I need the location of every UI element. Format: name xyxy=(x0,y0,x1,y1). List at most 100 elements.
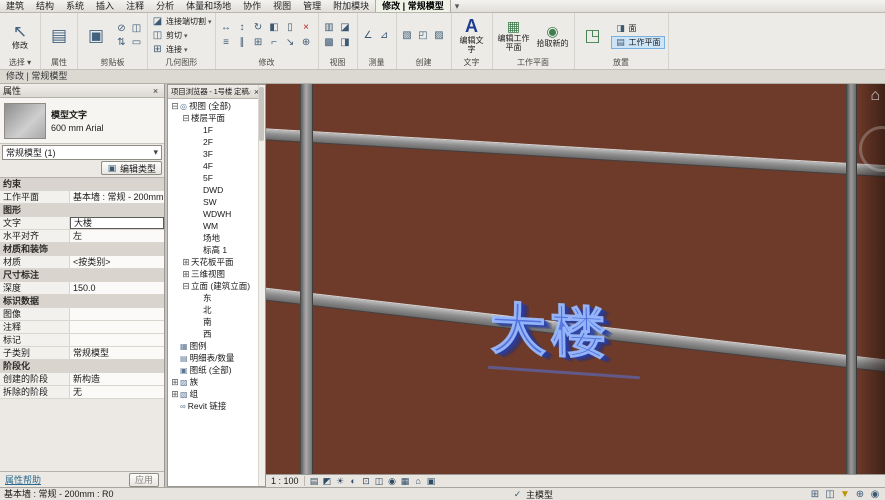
status-filter-icon[interactable]: ⊕ xyxy=(854,489,866,500)
ribbon-collapse-icon[interactable]: ▾ xyxy=(451,0,464,12)
workplane-button[interactable]: ◉ 拾取新的 xyxy=(535,24,571,48)
placement-button[interactable]: ◳ xyxy=(578,26,608,45)
horizontal-beam-upper[interactable] xyxy=(266,128,885,178)
tree-item[interactable]: DWD xyxy=(168,184,265,196)
view-tool-icon[interactable]: ▩ xyxy=(322,36,337,50)
modify-button[interactable]: ↖ 修改 xyxy=(3,22,37,50)
modify-tool-icon[interactable]: ∥ xyxy=(235,36,250,50)
property-row[interactable]: 约束 xyxy=(0,178,164,191)
ribbon-tab[interactable]: 管理 xyxy=(297,0,327,12)
clipboard-tool-icon[interactable]: ⊘ xyxy=(114,22,129,36)
modify-tool-icon[interactable]: ↕ xyxy=(235,21,250,35)
workplane-button[interactable]: ▦ 编辑工作平面 xyxy=(496,19,532,52)
tree-item[interactable]: ▣ 图纸 (全部) xyxy=(168,364,265,376)
view-control-icon[interactable]: ◉ xyxy=(386,475,399,487)
property-value[interactable]: 新构造 xyxy=(70,373,164,385)
group-label-view[interactable]: 视图 xyxy=(322,57,354,69)
properties-help-link[interactable]: 属性帮助 xyxy=(5,473,41,486)
property-row[interactable]: 材质和装饰 xyxy=(0,243,164,256)
tree-expander-icon[interactable]: ⊞ xyxy=(181,257,191,268)
ribbon-tab[interactable]: 视图 xyxy=(267,0,297,12)
property-row[interactable]: 工作平面 基本墙 : 常规 - 200mm xyxy=(0,191,164,204)
tree-item[interactable]: 3F xyxy=(168,148,265,160)
close-icon[interactable]: × xyxy=(150,86,161,96)
type-selector[interactable]: 常规模型 (1) ▾ xyxy=(2,145,162,160)
tree-item[interactable]: 南 xyxy=(168,316,265,328)
group-label-geometry[interactable]: 几何图形 xyxy=(151,57,212,69)
modify-tool-icon[interactable]: ⊕ xyxy=(299,36,314,50)
property-row[interactable]: 水平对齐 左 xyxy=(0,230,164,243)
properties-header[interactable]: 属性 × xyxy=(0,84,164,98)
property-value[interactable]: 大楼 xyxy=(70,217,164,229)
group-label-create[interactable]: 创建 xyxy=(400,57,448,69)
clipboard-tool-icon[interactable]: ▭ xyxy=(129,36,144,50)
property-row[interactable]: 标识数据 xyxy=(0,295,164,308)
ribbon-tab[interactable]: 注释 xyxy=(120,0,150,12)
property-value[interactable]: 无 xyxy=(70,386,164,398)
modify-tool-icon[interactable]: ↻ xyxy=(251,21,266,35)
selected-model-text[interactable]: 大楼 xyxy=(489,284,610,371)
group-label-workplane[interactable]: 工作平面 xyxy=(496,57,571,69)
tree-item[interactable]: ⊟ 立面 (建筑立面) xyxy=(168,280,265,292)
tree-item[interactable]: ▤ 明细表/数量 xyxy=(168,352,265,364)
group-label-clipboard[interactable]: 剪贴板 xyxy=(81,57,144,69)
tree-expander-icon[interactable]: ⊟ xyxy=(181,113,191,124)
property-value[interactable] xyxy=(70,334,164,346)
view-scale[interactable]: 1 : 100 xyxy=(269,476,305,486)
tree-item[interactable]: 1F xyxy=(168,124,265,136)
property-row[interactable]: 深度 150.0 xyxy=(0,282,164,295)
view-control-icon[interactable]: ☀ xyxy=(334,475,347,487)
status-filter-icon[interactable]: ▼ xyxy=(839,489,851,500)
tree-item[interactable]: ⊞ 天花板平面 xyxy=(168,256,265,268)
tree-expander-icon[interactable]: ⊞ xyxy=(181,269,191,280)
view-control-icon[interactable]: ⊡ xyxy=(360,475,373,487)
property-row[interactable]: 创建的阶段 新构造 xyxy=(0,373,164,386)
view-control-icon[interactable]: ▤ xyxy=(308,475,321,487)
ribbon-tab[interactable]: 系统 xyxy=(60,0,90,12)
property-row[interactable]: 文字 大楼 xyxy=(0,217,164,230)
tree-item[interactable]: 5F xyxy=(168,172,265,184)
property-row[interactable]: 材质 <按类别> xyxy=(0,256,164,269)
property-row[interactable]: 阶段化 xyxy=(0,360,164,373)
tree-item[interactable]: ⊞ ▨ 族 xyxy=(168,376,265,388)
geometry-tool[interactable]: ◫ 剪切 ▾ xyxy=(151,29,212,42)
properties-toggle-button[interactable]: ▤ xyxy=(44,26,74,45)
view-control-icon[interactable]: ⌂ xyxy=(412,475,425,487)
tree-expander-icon[interactable]: ⊟ xyxy=(181,281,191,292)
ribbon-tab[interactable]: 结构 xyxy=(30,0,60,12)
tree-item[interactable]: WM xyxy=(168,220,265,232)
ribbon-tab[interactable]: 协作 xyxy=(237,0,267,12)
placement-option[interactable]: ▤ 工作平面 xyxy=(611,36,665,49)
edit-text-button[interactable]: A 编辑文字 xyxy=(455,17,489,54)
ribbon-tab[interactable]: 插入 xyxy=(90,0,120,12)
tree-item[interactable]: 西 xyxy=(168,328,265,340)
property-value[interactable]: 基本墙 : 常规 - 200mm xyxy=(70,191,164,203)
tree-item[interactable]: 北 xyxy=(168,304,265,316)
tree-item[interactable]: SW xyxy=(168,196,265,208)
tree-item[interactable]: ▦ 图例 xyxy=(168,340,265,352)
property-row[interactable]: 注释 xyxy=(0,321,164,334)
measure-tool-icon[interactable]: ⊿ xyxy=(377,28,392,42)
status-filter-icon[interactable]: ◫ xyxy=(824,489,836,500)
measure-tool-icon[interactable]: ∠ xyxy=(361,28,376,42)
geometry-tool[interactable]: ⊞ 连接 ▾ xyxy=(151,43,212,56)
tree-item[interactable]: ∞ Revit 链接 xyxy=(168,400,265,412)
create-tool-icon[interactable]: ▧ xyxy=(400,28,415,42)
paste-button[interactable]: ▣ xyxy=(81,26,111,45)
property-value[interactable]: 常规模型 xyxy=(70,347,164,359)
property-row[interactable]: 子类别 常规模型 xyxy=(0,347,164,360)
browser-scrollbar-thumb[interactable] xyxy=(259,87,264,141)
ribbon-tab[interactable]: 分析 xyxy=(150,0,180,12)
ribbon-tab-active-contextual[interactable]: 修改 | 常规模型 xyxy=(375,0,451,12)
modify-tool-icon[interactable]: ◧ xyxy=(267,21,282,35)
tree-item[interactable]: 标高 1 xyxy=(168,244,265,256)
browser-scrollbar[interactable] xyxy=(258,85,265,486)
project-browser-header[interactable]: 项目浏览器 - 1号楼 定稿.00 × xyxy=(168,85,265,99)
status-filter-icon[interactable]: ⊞ xyxy=(809,489,821,500)
group-label-placement[interactable]: 放置 xyxy=(578,57,665,69)
tree-item[interactable]: 场地 xyxy=(168,232,265,244)
tree-item[interactable]: ⊟ 楼层平面 xyxy=(168,112,265,124)
modify-tool-icon[interactable]: × xyxy=(299,21,314,35)
viewcube-home-icon[interactable]: ⌂ xyxy=(870,87,880,105)
group-label-text[interactable]: 文字 xyxy=(455,57,489,69)
